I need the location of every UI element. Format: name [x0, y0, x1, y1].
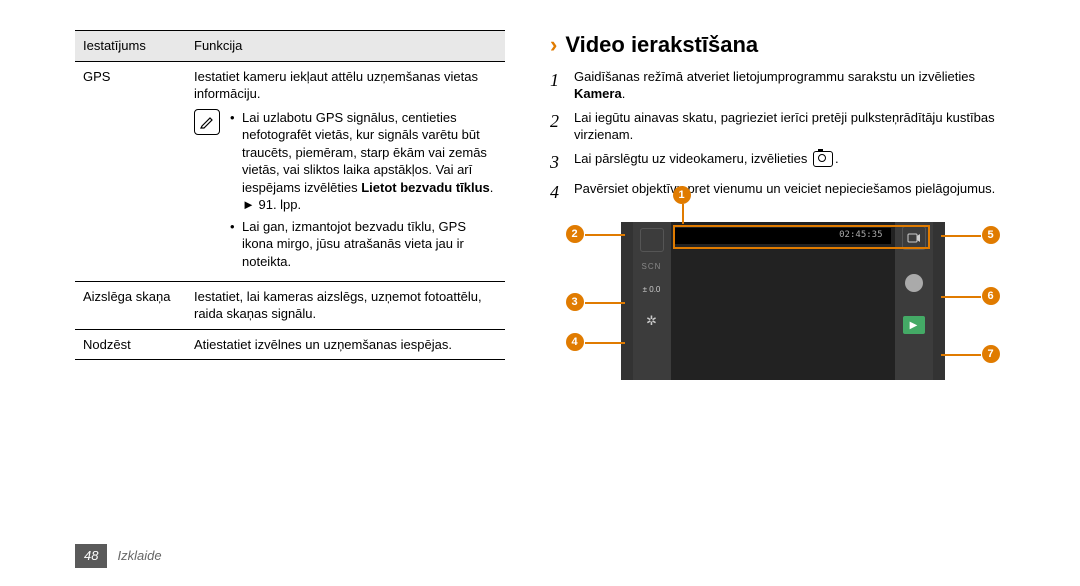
callout-line: [585, 234, 625, 236]
callout-3: 3: [566, 293, 584, 311]
left-toolbar: 320240 SCN ± 0.0 ✲: [633, 222, 671, 380]
setting-name: Nodzēst: [75, 329, 186, 360]
step-text: Gaidīšanas režīmā atveriet lietojumprogr…: [574, 68, 1015, 103]
callout-5: 5: [982, 226, 1000, 244]
step-number: 1: [550, 68, 564, 92]
callout-4: 4: [566, 333, 584, 351]
exposure-value: ± 0.0: [633, 285, 671, 296]
gps-notes: Lai uzlabotu GPS signālus, centieties ne…: [230, 109, 497, 275]
step-item: 1 Gaidīšanas režīmā atveriet lietojumpro…: [550, 68, 1015, 103]
scene-mode-label: SCN: [633, 262, 671, 273]
settings-table-wrapper: Iestatījums Funkcija GPS Iestatiet kamer…: [75, 30, 505, 380]
step-text: Lai iegūtu ainavas skatu, pagrieziet ier…: [574, 109, 1015, 144]
step-number: 4: [550, 180, 564, 204]
camera-icon: [813, 151, 833, 167]
right-column: › Video ierakstīšana 1 Gaidīšanas režīmā…: [550, 30, 1015, 380]
gps-intro: Iestatiet kameru iekļaut attēlu uzņemšan…: [194, 68, 497, 103]
note-item: Lai uzlabotu GPS signālus, centieties ne…: [230, 109, 497, 214]
callout-2: 2: [566, 225, 584, 243]
callout-1: 1: [673, 186, 691, 204]
setting-desc: Iestatiet kameru iekļaut attēlu uzņemšan…: [186, 61, 505, 281]
settings-table: Iestatījums Funkcija GPS Iestatiet kamer…: [75, 30, 505, 360]
step-text: Lai pārslēgtu uz videokameru, izvēlietie…: [574, 150, 839, 168]
page-number: 48: [75, 544, 107, 568]
step-item: 4 Pavērsiet objektīvu pret vienumu un ve…: [550, 180, 1015, 204]
table-row: Aizslēga skaņa Iestatiet, lai kameras ai…: [75, 281, 505, 329]
setting-name: Aizslēga skaņa: [75, 281, 186, 329]
col-function: Funkcija: [186, 31, 505, 62]
setting-desc: Iestatiet, lai kameras aizslēgs, uzņemot…: [186, 281, 505, 329]
camcorder-illustration: 320240 SCN ± 0.0 ✲ ▶: [550, 222, 1015, 380]
section-heading: › Video ierakstīšana: [550, 30, 1015, 60]
chevron-icon: ›: [550, 30, 557, 60]
manual-page: Iestatījums Funkcija GPS Iestatiet kamer…: [0, 0, 1080, 586]
callout-line: [682, 204, 684, 224]
step-number: 2: [550, 109, 564, 133]
gallery-play-icon: ▶: [903, 316, 925, 334]
step-item: 3 Lai pārslēgtu uz videokameru, izvēliet…: [550, 150, 1015, 174]
resolution-icon: 320240: [640, 228, 664, 252]
setting-name: GPS: [75, 61, 186, 281]
chapter-name: Izklaide: [117, 547, 161, 565]
callout-line: [941, 354, 981, 356]
step-text: Pavērsiet objektīvu pret vienumu un veic…: [574, 180, 995, 198]
col-setting: Iestatījums: [75, 31, 186, 62]
callout-line: [585, 342, 625, 344]
table-row: Nodzēst Atiestatiet izvēlnes un uzņemšan…: [75, 329, 505, 360]
step-number: 3: [550, 150, 564, 174]
callout-line: [941, 296, 981, 298]
record-button-icon: [905, 274, 923, 292]
steps-list: 1 Gaidīšanas režīmā atveriet lietojumpro…: [550, 68, 1015, 205]
callout-line: [585, 302, 625, 304]
step-item: 2 Lai iegūtu ainavas skatu, pagrieziet i…: [550, 109, 1015, 144]
callout-line: [941, 235, 981, 237]
section-title: Video ierakstīšana: [565, 30, 758, 60]
table-row: GPS Iestatiet kameru iekļaut attēlu uzņe…: [75, 61, 505, 281]
table-header-row: Iestatījums Funkcija: [75, 31, 505, 62]
callout-7: 7: [982, 345, 1000, 363]
callout-6: 6: [982, 287, 1000, 305]
page-footer: 48 Izklaide: [75, 544, 162, 568]
setting-desc: Atiestatiet izvēlnes un uzņemšanas iespē…: [186, 329, 505, 360]
gear-icon: ✲: [633, 312, 671, 330]
note-icon: [194, 109, 220, 135]
callout-frame-1: [673, 225, 930, 249]
note-item: Lai gan, izmantojot bezvadu tīklu, GPS i…: [230, 218, 497, 271]
